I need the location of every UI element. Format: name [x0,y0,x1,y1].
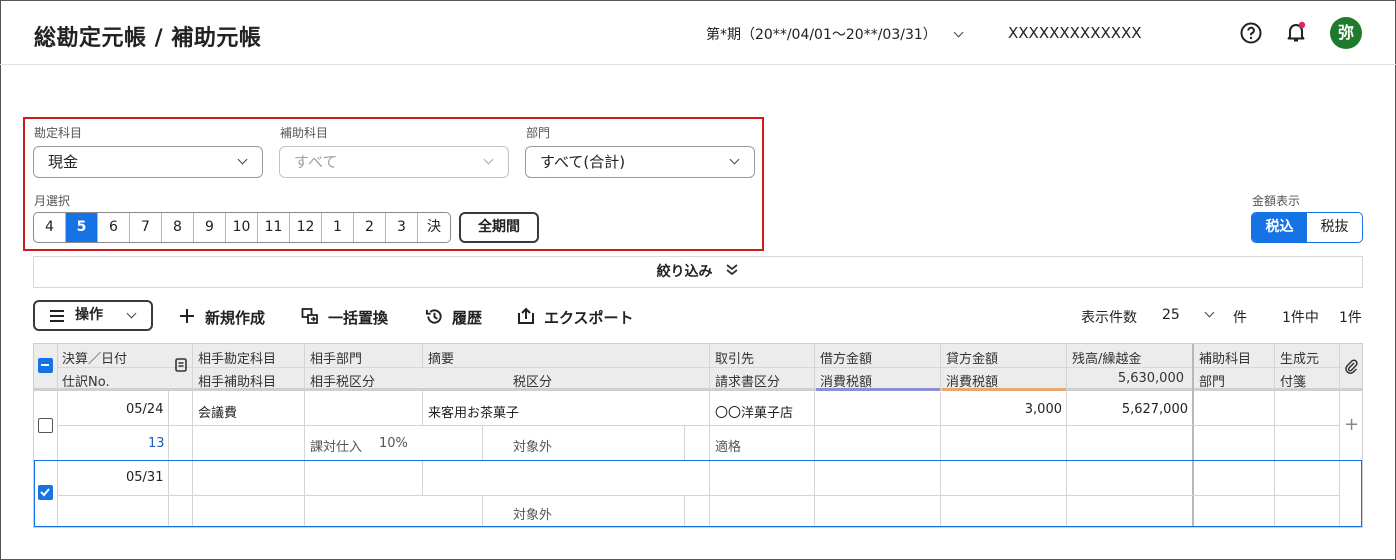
month-button-4[interactable]: 4 [34,213,66,242]
count-select[interactable]: 25 [1162,307,1215,323]
bulk-replace-button[interactable]: 一括置換 [301,307,388,328]
subaccount-value: すべて [294,153,338,171]
month-button-3[interactable]: 3 [386,213,418,242]
history-button[interactable]: 履歴 [425,307,482,328]
history-label: 履歴 [452,309,483,327]
selected-row-outline [34,460,1362,527]
count-unit: 件 [1233,310,1247,326]
col-balance: 残高/繰越金 [1072,352,1142,367]
month-button-2[interactable]: 2 [354,213,386,242]
notification-bell-icon[interactable] [1284,20,1308,44]
col-partner: 取引先 [715,352,755,367]
filter-bar-label: 絞り込み [656,264,713,280]
chevron-down-icon [483,154,494,165]
header-divider [0,64,1396,65]
document-icon [175,358,187,372]
ledger-table: 決算／日付 仕訳No. 相手勘定科目 相手補助科目 相手部門 相手税区分 摘要 … [33,343,1363,528]
month-button-決[interactable]: 決 [418,213,450,242]
chevron-down-icon [126,308,137,319]
help-icon[interactable] [1239,21,1263,45]
row-journal-no[interactable]: 13 [148,436,165,451]
month-button-5[interactable]: 5 [66,213,98,242]
chevron-down-icon [729,154,740,165]
row-date: 05/24 [126,402,164,417]
operations-button[interactable]: 操作 [33,300,153,331]
row-taxkbn: 対象外 [513,440,553,455]
row-partner: 〇〇洋菓子店 [715,406,794,421]
export-button[interactable]: エクスポート [517,307,634,328]
row-memo: 来客用お茶菓子 [428,406,520,421]
row-date: 05/31 [126,470,164,485]
col-sub: 補助科目 [1199,352,1252,367]
result-count: 1件 [1339,310,1362,326]
month-button-7[interactable]: 7 [130,213,162,242]
row-taxkbn: 対象外 [513,508,553,523]
company-name[interactable]: XXXXXXXXXXXXX [1008,24,1142,42]
account-value: 現金 [48,153,79,171]
bulk-replace-label: 一括置換 [328,309,389,327]
account-label: 勘定科目 [34,126,83,140]
col-debit: 借方金額 [820,352,873,367]
month-button-6[interactable]: 6 [98,213,130,242]
period-selector[interactable]: 第*期（20**/04/01〜20**/03/31） [706,24,964,44]
month-button-9[interactable]: 9 [194,213,226,242]
dept-label: 部門 [526,126,551,140]
row-checkbox-checked[interactable] [38,485,53,500]
col-dept: 相手部門 [310,352,363,367]
add-row-plus-icon[interactable]: + [1344,414,1359,435]
row-taxclass: 課対仕入 [310,440,363,455]
period-label: 第*期（20**/04/01〜20**/03/31） [706,27,937,43]
chevron-down-icon [1204,307,1215,318]
month-button-11[interactable]: 11 [258,213,290,242]
month-label: 月選択 [34,194,71,208]
count-value: 25 [1162,307,1180,323]
all-period-button[interactable]: 全期間 [459,212,539,243]
menu-icon [50,310,64,322]
month-button-12[interactable]: 12 [290,213,322,242]
operations-label: 操作 [75,307,103,323]
select-all-checkbox[interactable] [38,358,53,373]
replace-icon [301,308,318,324]
month-button-1[interactable]: 1 [322,213,354,242]
dept-select[interactable]: すべて(合計) [525,146,755,178]
account-select[interactable]: 現金 [33,146,263,178]
col-account: 相手勘定科目 [198,352,277,367]
result-summary: 1件中 [1282,310,1319,326]
history-icon [425,309,442,324]
subaccount-select[interactable]: すべて [279,146,509,178]
month-selector: 4 5 6 7 8 9 10 11 12 1 2 3 決 [33,212,451,243]
row-account: 会議費 [198,406,238,421]
row-invoice: 適格 [715,440,742,455]
amount-display-label: 金額表示 [1252,194,1301,208]
col-balance-value: 5,630,000 [1117,371,1184,386]
page-title: 総勘定元帳 / 補助元帳 [34,26,262,51]
double-chevron-down-icon [726,264,738,276]
subaccount-label: 補助科目 [280,126,329,140]
user-avatar[interactable]: 弥 [1330,17,1362,49]
dept-value: すべて(合計) [540,153,626,171]
filter-toggle-bar[interactable]: 絞り込み [33,256,1363,288]
row-checkbox[interactable] [38,418,53,433]
tax-excluded-button[interactable]: 税抜 [1307,213,1362,242]
paperclip-icon[interactable] [1344,358,1358,374]
row-credit: 3,000 [1024,402,1062,417]
row-taxrate: 10% [379,436,408,451]
chevron-down-icon [953,27,964,38]
export-label: エクスポート [544,309,634,327]
col-credit: 貸方金額 [946,352,999,367]
amount-display-toggle: 税込 税抜 [1251,212,1363,243]
col-origin: 生成元 [1280,352,1320,367]
tax-included-button[interactable]: 税込 [1252,213,1307,242]
export-icon [518,307,534,324]
chevron-down-icon [237,154,248,165]
col-memo: 摘要 [428,352,455,367]
row-balance: 5,627,000 [1121,402,1188,417]
new-entry-button[interactable]: 新規作成 [179,307,265,328]
month-button-8[interactable]: 8 [162,213,194,242]
col-date: 決算／日付 [62,352,128,367]
new-entry-label: 新規作成 [205,309,266,327]
plus-icon [180,309,194,323]
count-label: 表示件数 [1081,310,1137,326]
month-button-10[interactable]: 10 [226,213,258,242]
